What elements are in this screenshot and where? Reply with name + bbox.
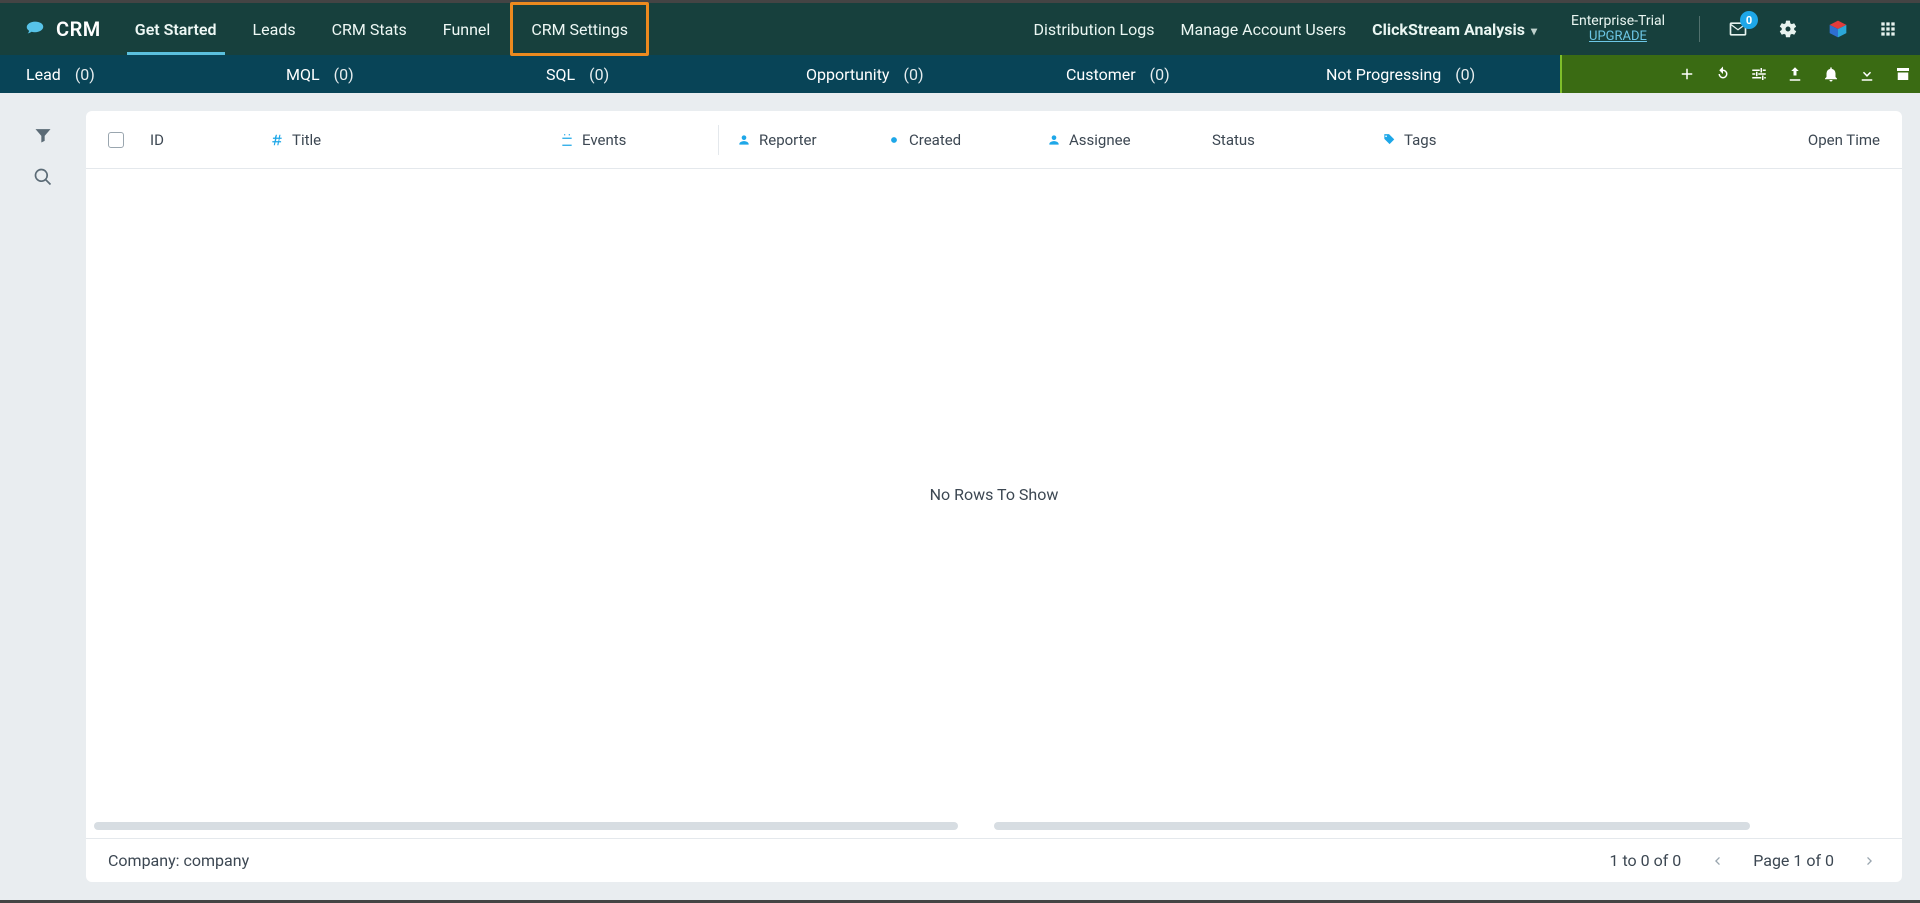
col-open-time[interactable]: Open Time	[1572, 131, 1880, 149]
col-tags[interactable]: Tags	[1382, 131, 1572, 149]
dot-icon	[887, 133, 901, 147]
link-manage-account-users[interactable]: Manage Account Users	[1181, 20, 1347, 39]
select-all-checkbox[interactable]	[108, 132, 124, 148]
refresh-icon[interactable]	[1714, 65, 1732, 83]
chevron-down-icon: ▾	[1531, 24, 1537, 38]
account-block: Enterprise-Trial UPGRADE	[1563, 14, 1673, 44]
archive-icon[interactable]	[1894, 65, 1912, 83]
brand-logo-icon	[24, 18, 46, 40]
stage-opportunity[interactable]: Opportunity(0)	[780, 55, 1040, 93]
calendar-icon	[560, 133, 574, 147]
nav-right: Distribution Logs Manage Account Users C…	[1033, 14, 1906, 44]
stage-mql[interactable]: MQL(0)	[260, 55, 520, 93]
col-assignee[interactable]: Assignee	[1047, 131, 1212, 149]
empty-state-text: No Rows To Show	[930, 485, 1059, 504]
plus-icon[interactable]	[1678, 65, 1696, 83]
col-created[interactable]: Created	[887, 131, 1047, 149]
nav-tab-leads[interactable]: Leads	[235, 3, 314, 55]
hash-icon	[270, 133, 284, 147]
pager: 1 to 0 of 0 Page 1 of 0	[1609, 851, 1880, 871]
table-footer: Company: company 1 to 0 of 0 Page 1 of 0	[86, 838, 1902, 882]
filter-icon[interactable]	[33, 125, 53, 145]
stage-not-progressing[interactable]: Not Progressing(0)	[1300, 55, 1560, 93]
range-text: 1 to 0 of 0	[1609, 851, 1681, 870]
stage-actions	[1560, 55, 1920, 93]
table-header: ID Title Events Reporter Created Assigne…	[86, 111, 1902, 169]
nav-tabs: Get Started Leads CRM Stats Funnel CRM S…	[117, 3, 651, 55]
col-id[interactable]: ID	[150, 131, 270, 149]
account-tier: Enterprise-Trial	[1571, 14, 1665, 29]
settings-button[interactable]	[1776, 17, 1800, 41]
prev-page-button[interactable]	[1707, 851, 1727, 871]
apps-grid-icon	[1878, 19, 1898, 39]
divider	[1699, 16, 1700, 42]
col-title[interactable]: Title	[270, 131, 560, 149]
stage-customer[interactable]: Customer(0)	[1040, 55, 1300, 93]
stage-lead[interactable]: Lead(0)	[0, 55, 260, 93]
scroll-thumb[interactable]	[994, 822, 1750, 830]
breadcrumb: Company: company	[108, 851, 249, 870]
stage-sql[interactable]: SQL(0)	[520, 55, 780, 93]
cube-icon	[1828, 19, 1848, 39]
apps-button[interactable]	[1876, 17, 1900, 41]
col-status[interactable]: Status	[1212, 131, 1382, 149]
data-panel: ID Title Events Reporter Created Assigne…	[86, 111, 1902, 882]
nav-tab-funnel[interactable]: Funnel	[425, 3, 509, 55]
bell-icon[interactable]	[1822, 65, 1840, 83]
inbox-button[interactable]: 0	[1726, 17, 1750, 41]
scroll-thumb[interactable]	[94, 822, 958, 830]
link-distribution-logs[interactable]: Distribution Logs	[1033, 20, 1154, 39]
left-sidebar	[18, 111, 68, 882]
col-reporter[interactable]: Reporter	[737, 131, 887, 149]
page-text: Page 1 of 0	[1753, 851, 1834, 870]
next-page-button[interactable]	[1860, 851, 1880, 871]
gear-icon	[1778, 19, 1798, 39]
upgrade-link[interactable]: UPGRADE	[1571, 30, 1665, 44]
upload-icon[interactable]	[1786, 65, 1804, 83]
inbox-badge: 0	[1740, 11, 1758, 29]
download-icon[interactable]	[1858, 65, 1876, 83]
col-events[interactable]: Events	[560, 131, 700, 149]
search-icon[interactable]	[33, 167, 53, 187]
tag-icon	[1382, 133, 1396, 147]
chevron-right-icon	[1862, 853, 1878, 869]
brand-label: CRM	[56, 17, 101, 41]
person-icon	[1047, 133, 1061, 147]
chevron-left-icon	[1709, 853, 1725, 869]
dropdown-clickstream-analysis[interactable]: ClickStream Analysis▾	[1372, 20, 1537, 39]
person-icon	[737, 133, 751, 147]
sliders-icon[interactable]	[1750, 65, 1768, 83]
table-body: No Rows To Show	[86, 169, 1902, 820]
avatar-button[interactable]	[1826, 17, 1850, 41]
nav-tab-crm-settings[interactable]: CRM Settings	[510, 2, 649, 56]
nav-tab-crm-stats[interactable]: CRM Stats	[314, 3, 425, 55]
brand[interactable]: CRM	[14, 17, 111, 41]
content-area: ID Title Events Reporter Created Assigne…	[0, 93, 1920, 900]
horizontal-scrollbar[interactable]	[94, 820, 1894, 832]
stage-bar: Lead(0) MQL(0) SQL(0) Opportunity(0) Cus…	[0, 55, 1920, 93]
nav-tab-get-started[interactable]: Get Started	[117, 3, 235, 55]
top-navbar: CRM Get Started Leads CRM Stats Funnel C…	[0, 3, 1920, 55]
